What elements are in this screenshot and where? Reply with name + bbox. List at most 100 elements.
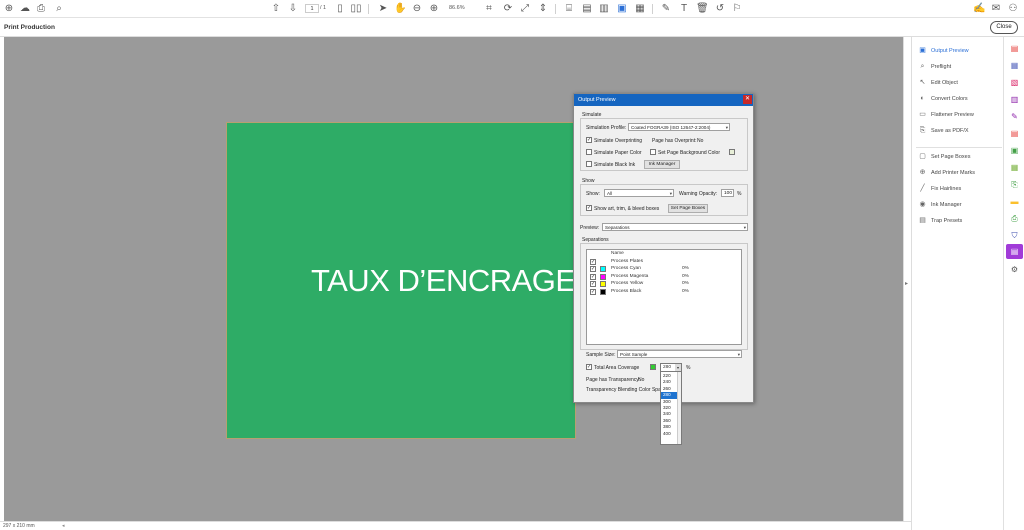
- scroll-mode-icon[interactable]: ⇕: [537, 3, 549, 15]
- page-number-input[interactable]: 1: [305, 4, 319, 13]
- panel-item-printer-marks[interactable]: ⊕ Add Printer Marks: [918, 168, 1002, 178]
- preview-select[interactable]: Separations ▾: [602, 223, 748, 231]
- sim-profile-select[interactable]: Coated FOGRA39 (ISO 12647-2:2004) ▾: [628, 123, 730, 131]
- dialog-close-button[interactable]: ✕: [743, 95, 752, 104]
- fit-page-icon[interactable]: ⌗: [483, 3, 495, 15]
- ink-manager-button[interactable]: Ink Manager: [644, 160, 680, 169]
- comment-icon[interactable]: ▬: [1009, 196, 1020, 207]
- tac-dropdown[interactable]: 280 ▾ 220 240 260 280 300 320 340 360 38…: [660, 363, 682, 445]
- panel-item-fix-hairlines[interactable]: ╱ Fix Hairlines: [918, 184, 1002, 194]
- plate-checkbox[interactable]: ✓: [590, 273, 596, 280]
- panel-item-set-page-boxes[interactable]: ▢ Set Page Boxes: [918, 152, 1002, 162]
- table-row[interactable]: ✓ Process Cyan 0%: [587, 265, 741, 273]
- fill-sign-icon[interactable]: ✎: [1009, 111, 1020, 122]
- bookmark-icon[interactable]: ⚐: [731, 3, 743, 15]
- plate-checkbox[interactable]: ✓: [590, 281, 596, 287]
- search-icon[interactable]: ⌕: [53, 3, 65, 15]
- edit-pdf-icon[interactable]: ▧: [1009, 77, 1020, 88]
- dropdown-scrollbar[interactable]: [677, 372, 681, 444]
- zoom-out-icon[interactable]: ⊖: [411, 3, 423, 15]
- right-collapse-bar[interactable]: ▸: [903, 37, 911, 521]
- hand-icon[interactable]: ✋: [394, 3, 406, 15]
- sign-icon[interactable]: ✎: [660, 3, 672, 15]
- table-row[interactable]: ✓ Process Black 0%: [587, 288, 741, 296]
- output-preview-icon: ▣: [919, 47, 926, 54]
- organize-pages-icon[interactable]: ▥: [1009, 94, 1020, 105]
- print-production-icon[interactable]: ⌸: [563, 3, 575, 15]
- tac-input[interactable]: 280 ▾: [661, 364, 681, 372]
- table-row[interactable]: ✓ Process Plates: [587, 258, 741, 266]
- upload-icon[interactable]: ☁: [19, 3, 31, 15]
- table-row[interactable]: ✓ Process Yellow 0%: [587, 280, 741, 288]
- combine-icon[interactable]: ▤: [1009, 128, 1020, 139]
- zoom-in-icon[interactable]: ⊕: [428, 3, 440, 15]
- two-page-icon[interactable]: ▯▯: [350, 3, 362, 15]
- sim-paper-checkbox[interactable]: [586, 149, 592, 155]
- panel-item-preflight[interactable]: ⌕ Preflight: [918, 62, 1002, 72]
- delete-icon[interactable]: 🗑: [696, 3, 709, 15]
- layers-icon[interactable]: ▦: [634, 3, 646, 15]
- export-icon[interactable]: ▥: [598, 3, 610, 15]
- separations-header: Name: [587, 250, 741, 258]
- tac-color-swatch[interactable]: [650, 364, 656, 370]
- panel-item-flattener-preview[interactable]: ▭ Flattener Preview: [918, 110, 1002, 120]
- scroll-left-icon[interactable]: ◂: [62, 523, 65, 529]
- zoom-level[interactable]: 86.6%: [449, 4, 475, 13]
- panel-item-output-preview[interactable]: ▣ Output Preview: [918, 46, 1002, 56]
- sign-tool-icon[interactable]: ✍: [973, 3, 985, 15]
- next-page-icon[interactable]: ⇩: [287, 3, 299, 15]
- warning-opacity-input[interactable]: 100: [721, 189, 734, 197]
- show-select[interactable]: All ▾: [604, 189, 674, 197]
- document-canvas[interactable]: TAUX D’ENCRAGE: [4, 37, 903, 521]
- more-tools-icon[interactable]: ⚙: [1009, 264, 1020, 275]
- rotate-icon[interactable]: ⟳: [502, 3, 514, 15]
- page-headline: TAUX D’ENCRAGE: [311, 263, 576, 298]
- mail-icon[interactable]: ✉: [990, 3, 1002, 15]
- toolbar-divider: [652, 4, 653, 14]
- sim-black-checkbox[interactable]: [586, 161, 592, 167]
- panel-item-save-pdfx[interactable]: ⎘ Save as PDF/X: [918, 126, 1002, 136]
- protect-icon[interactable]: ⎘: [1009, 179, 1020, 190]
- create-pdf-icon[interactable]: ▦: [1009, 60, 1020, 71]
- sample-size-select[interactable]: Point Sample ▾: [617, 350, 742, 358]
- share-icon[interactable]: ⚇: [1007, 3, 1019, 15]
- set-bg-checkbox[interactable]: [650, 149, 656, 155]
- table-row[interactable]: ✓ Process Magenta 0%: [587, 273, 741, 281]
- close-button[interactable]: Close: [990, 21, 1018, 34]
- panel-item-ink-manager[interactable]: ◉ Ink Manager: [918, 200, 1002, 210]
- plate-checkbox[interactable]: ✓: [590, 258, 596, 265]
- document-icon[interactable]: ▤: [581, 3, 593, 15]
- sim-overprint-checkbox[interactable]: ✓: [586, 137, 592, 143]
- fullscreen-icon[interactable]: ⤢: [519, 3, 531, 15]
- convert-colors-icon: ◐: [920, 95, 925, 102]
- chevron-down-icon[interactable]: ▾: [675, 364, 681, 371]
- prev-page-icon[interactable]: ⇧: [270, 3, 282, 15]
- set-page-boxes-button[interactable]: Set Page Boxes: [668, 204, 708, 213]
- trap-presets-icon: ▤: [919, 217, 926, 224]
- expand-arrow-icon[interactable]: ▸: [905, 280, 908, 287]
- show-boxes-checkbox[interactable]: ✓: [586, 205, 592, 211]
- dropdown-option[interactable]: 400: [661, 431, 678, 437]
- panel-item-convert-colors[interactable]: ◐ Convert Colors: [918, 94, 1002, 104]
- export-pdf-icon[interactable]: ▤: [1009, 43, 1020, 54]
- print-icon[interactable]: ⎙: [1009, 213, 1020, 224]
- name-column-header: Name: [611, 251, 624, 256]
- output-preview-tool-icon[interactable]: ▣: [616, 3, 628, 15]
- shield-icon[interactable]: ⛉: [1009, 230, 1020, 241]
- bg-color-swatch[interactable]: [729, 149, 735, 155]
- compress-icon[interactable]: ▣: [1009, 145, 1020, 156]
- print-production-tool-icon[interactable]: ▤: [1006, 244, 1023, 259]
- text-icon[interactable]: T: [678, 3, 690, 15]
- single-page-icon[interactable]: ▯: [334, 3, 346, 15]
- select-arrow-icon[interactable]: ➤: [377, 3, 389, 15]
- plate-checkbox[interactable]: ✓: [590, 266, 596, 272]
- plate-checkbox[interactable]: ✓: [590, 288, 596, 295]
- toolbar-divider: [555, 4, 556, 14]
- create-icon[interactable]: ⊕: [3, 3, 15, 15]
- panel-item-edit-object[interactable]: ↖ Edit Object: [918, 78, 1002, 88]
- scan-ocr-icon[interactable]: ▦: [1009, 162, 1020, 173]
- undo-icon[interactable]: ↺: [714, 3, 726, 15]
- print-icon[interactable]: ⎙: [35, 3, 47, 15]
- tac-checkbox[interactable]: ✓: [586, 364, 592, 370]
- panel-item-trap-presets[interactable]: ▤ Trap Presets: [918, 216, 1002, 226]
